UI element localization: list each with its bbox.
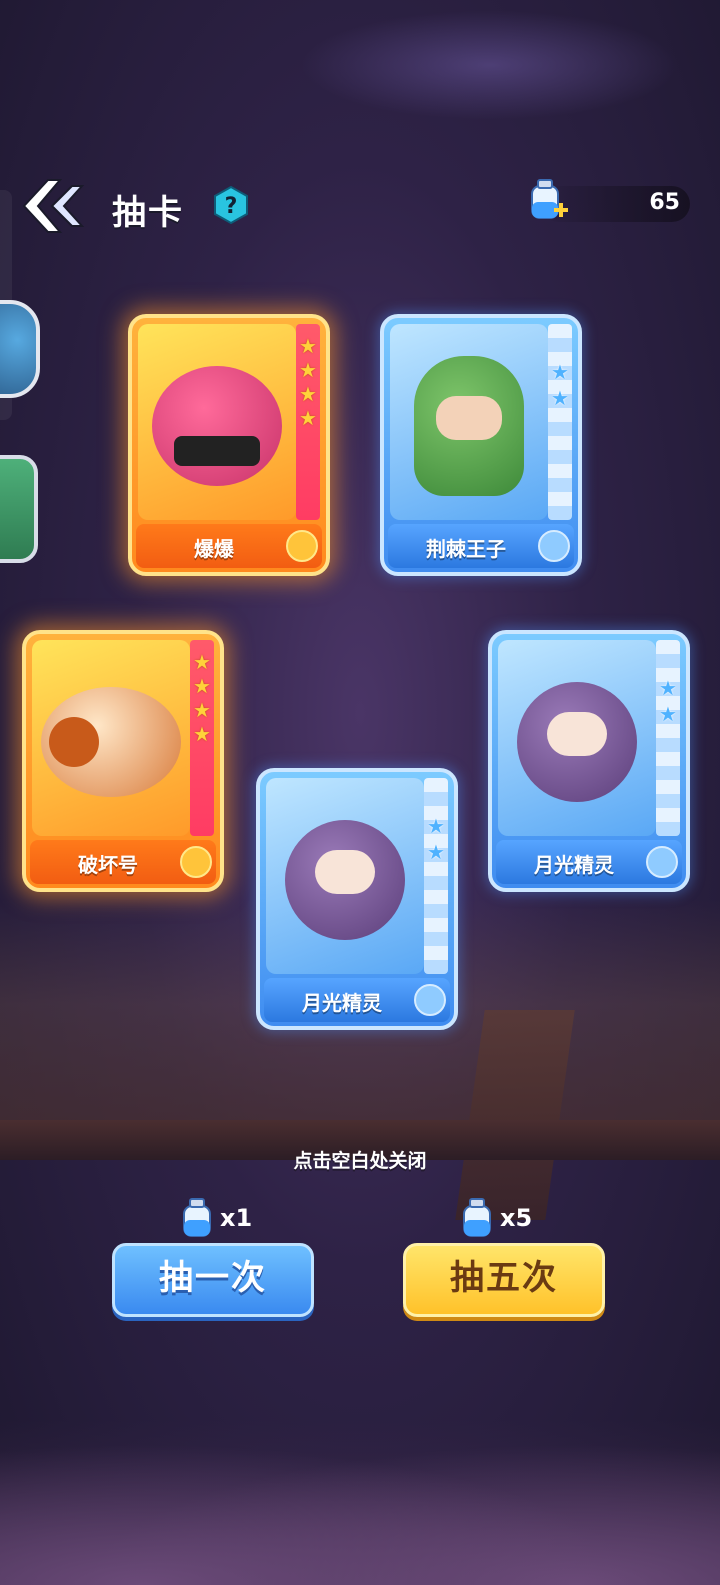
card-name: 月光精灵 (534, 853, 614, 877)
card-badge-icon (414, 984, 446, 1016)
draw-five-button[interactable]: 抽五次 (403, 1243, 605, 1317)
bomb-character (152, 365, 282, 486)
star-icon: ★ (299, 406, 317, 430)
potion-bottle-icon (183, 1198, 211, 1237)
star-icon: ★ (299, 358, 317, 382)
card-art (32, 640, 190, 836)
potion-bottle-plus-icon[interactable] (526, 176, 570, 226)
star-icon: ★ (193, 650, 211, 674)
double-chevron-left-icon (22, 179, 85, 233)
star-icon: ★ (659, 676, 677, 700)
draw-once-button[interactable]: 抽一次 (112, 1243, 314, 1317)
star-icon: ★ (193, 698, 211, 722)
card-pohuaihao[interactable]: ★ ★ ★ ★ 破坏号 (22, 630, 224, 892)
card-art (390, 324, 548, 520)
draw-once-cost-value: x1 (220, 1204, 253, 1232)
card-stripe (424, 778, 448, 974)
cloud-decoration (0, 1420, 720, 1585)
character-mouth (174, 435, 260, 466)
draw-five-cost-value: x5 (500, 1204, 533, 1232)
star-icon: ★ (427, 814, 445, 838)
currency-value: 65 (649, 190, 680, 215)
page-title: 抽卡 (112, 193, 184, 233)
side-widget-green-icon[interactable] (0, 455, 38, 563)
card-name: 爆爆 (194, 537, 234, 561)
card-name: 荆棘王子 (426, 537, 506, 561)
card-art (266, 778, 424, 974)
question-mark-icon: ? (214, 185, 248, 225)
cactus-character (414, 355, 524, 496)
svg-text:?: ? (225, 194, 238, 219)
star-icon: ★ (551, 386, 569, 410)
card-stripe (656, 640, 680, 836)
card-art (498, 640, 656, 836)
card-yueguang-jingling[interactable]: ★ ★ 月光精灵 (488, 630, 690, 892)
card-badge-icon (286, 530, 318, 562)
moon-sprite-character (285, 819, 405, 940)
card-badge-icon (646, 846, 678, 878)
star-icon: ★ (299, 334, 317, 358)
card-baobao[interactable]: ★ ★ ★ ★ 爆爆 (128, 314, 330, 576)
card-name: 破坏号 (78, 853, 138, 877)
robot-fish-character (41, 686, 181, 797)
star-icon: ★ (193, 674, 211, 698)
potion-bottle-icon (463, 1198, 491, 1237)
card-badge-icon (538, 530, 570, 562)
background-nebula (300, 10, 680, 120)
star-icon: ★ (551, 360, 569, 384)
card-badge-icon (180, 846, 212, 878)
character-nose (49, 716, 99, 767)
close-hint: 点击空白处关闭 (293, 1150, 427, 1172)
star-icon: ★ (659, 702, 677, 726)
side-widget-blue-icon[interactable] (0, 300, 40, 398)
star-icon: ★ (427, 840, 445, 864)
card-name: 月光精灵 (302, 991, 382, 1015)
star-icon: ★ (193, 722, 211, 746)
help-button[interactable]: ? (212, 185, 250, 225)
moon-sprite-character (517, 681, 637, 802)
character-face (436, 395, 502, 440)
card-yueguang-jingling[interactable]: ★ ★ 月光精灵 (256, 768, 458, 1030)
character-face (547, 711, 607, 756)
card-art (138, 324, 296, 520)
card-jingji-wangzi[interactable]: ★ ★ 荆棘王子 (380, 314, 582, 576)
card-stripe (548, 324, 572, 520)
back-button[interactable] (22, 178, 86, 234)
star-icon: ★ (299, 382, 317, 406)
character-face (315, 849, 375, 894)
